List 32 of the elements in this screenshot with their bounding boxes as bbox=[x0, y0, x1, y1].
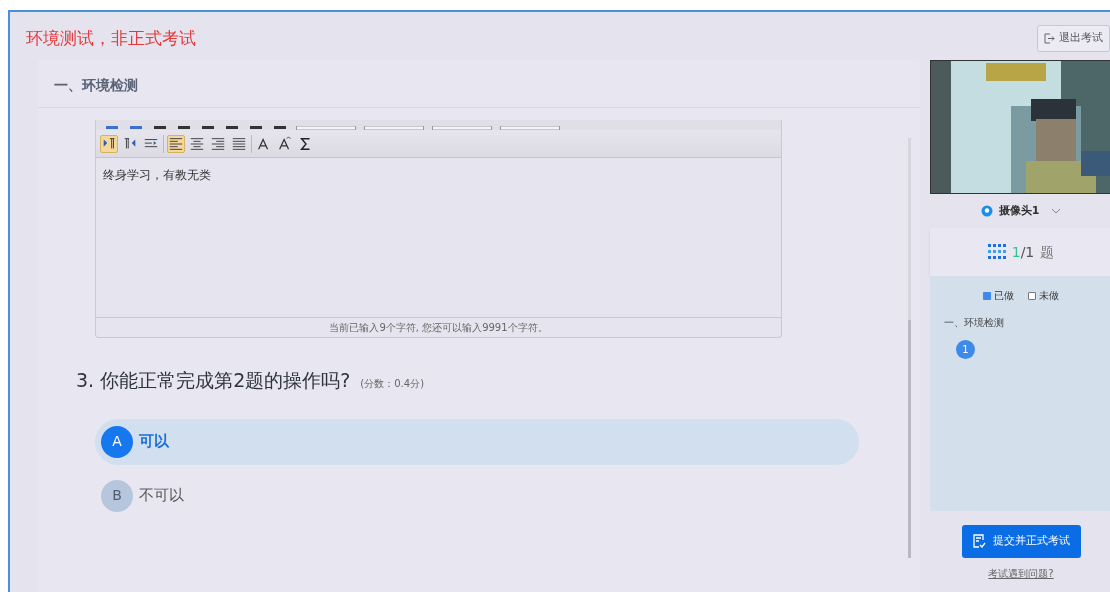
document-check-icon bbox=[972, 534, 986, 549]
question-text: 3. 你能正常完成第2题的操作吗? bbox=[76, 368, 351, 393]
legend-label: 未做 bbox=[1039, 289, 1059, 303]
question-number-button[interactable]: 1 bbox=[956, 340, 975, 359]
submit-button[interactable]: 提交并正式考试 bbox=[961, 525, 1081, 558]
toolbar-button[interactable] bbox=[167, 134, 185, 153]
question-score: (分数：0.4分) bbox=[360, 377, 425, 391]
answer-option[interactable]: A 可以 bbox=[95, 418, 859, 465]
section-title: 一、环境检测 bbox=[38, 60, 920, 108]
help-link[interactable]: 考试遇到问题? bbox=[988, 565, 1054, 581]
option-label: 不可以 bbox=[139, 485, 184, 507]
camera-icon bbox=[980, 205, 993, 217]
toolbar-button[interactable] bbox=[100, 134, 118, 153]
counter-unit: 题 bbox=[1040, 242, 1055, 262]
answer-option[interactable]: B 不可以 bbox=[95, 472, 859, 519]
exit-icon bbox=[1044, 32, 1055, 44]
nav-section-title: 一、环境检测 bbox=[944, 316, 1005, 330]
character-count: 当前已输入9个字符, 您还可以输入9991个字符。 bbox=[328, 321, 549, 335]
exit-button[interactable]: 退出考试 bbox=[1037, 25, 1110, 52]
grid-icon bbox=[987, 244, 1006, 260]
question-count: 1/1 bbox=[1011, 242, 1035, 262]
option-letter: B bbox=[101, 479, 133, 512]
chevron-down-icon bbox=[1051, 208, 1062, 214]
banner-title: 环境测试，非正式考试 bbox=[26, 27, 196, 50]
option-letter: A bbox=[101, 425, 133, 458]
scrollbar-thumb[interactable] bbox=[908, 320, 911, 558]
camera-selector[interactable]: 摄像头1 bbox=[930, 194, 1110, 228]
editor-text[interactable]: 终身学习，有教无类 bbox=[96, 158, 781, 318]
camera-label: 摄像头1 bbox=[998, 202, 1040, 219]
legend-label: 已做 bbox=[994, 289, 1014, 303]
option-label: 可以 bbox=[139, 431, 169, 453]
rich-text-editor[interactable]: 终身学习，有教无类 当前已输入9个字符, 您还可以输入9991个字符。 bbox=[95, 120, 782, 338]
